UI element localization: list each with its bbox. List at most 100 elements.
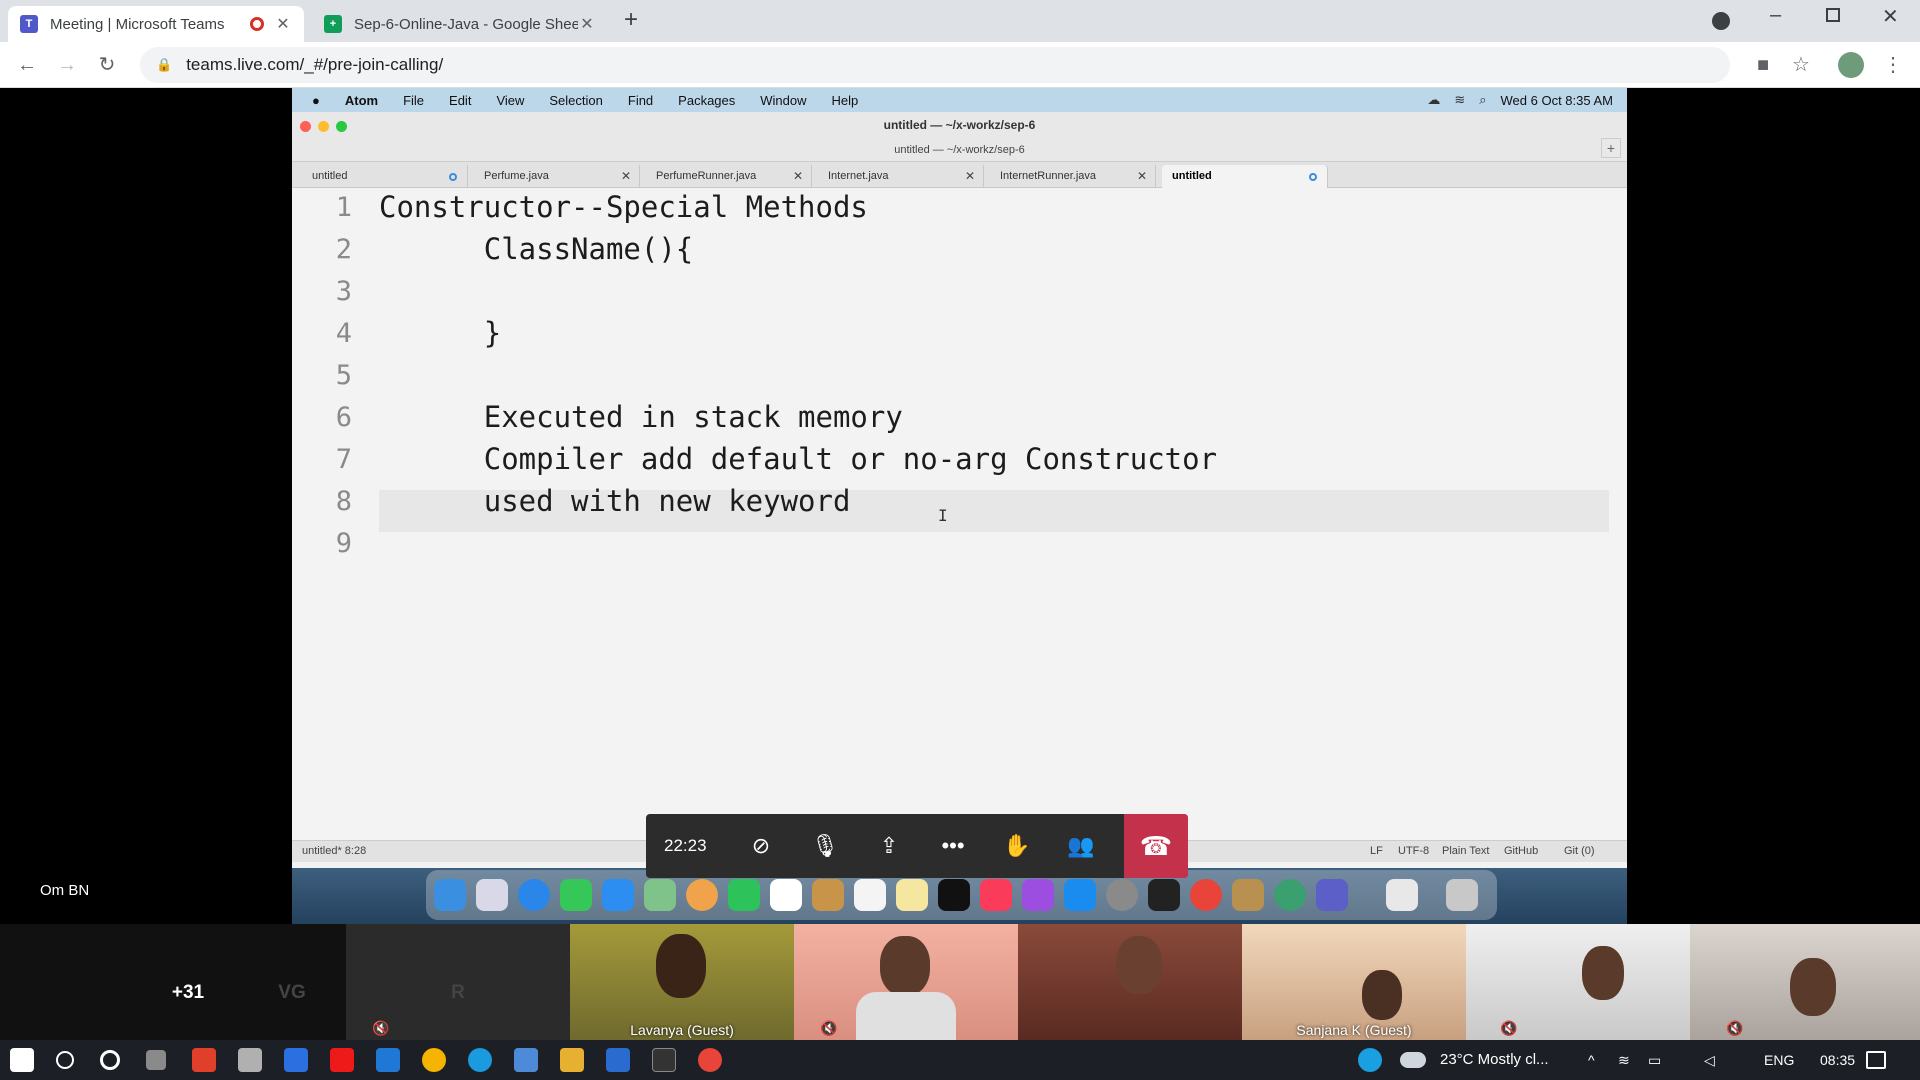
hang-up-button[interactable]: ☎ [1124,814,1188,878]
notifications-icon[interactable] [1866,1051,1886,1069]
apple-icon[interactable]: ● [312,93,320,108]
mail-icon[interactable] [602,879,634,911]
minimize-icon[interactable]: – [1770,4,1781,27]
more-options-icon[interactable]: ••• [938,832,968,860]
close-tab-icon[interactable]: ✕ [1137,165,1147,187]
downloads-folder-icon[interactable] [1386,879,1418,911]
weather-text[interactable]: 23°C Mostly cl... [1440,1040,1549,1080]
chrome-icon[interactable] [422,1048,446,1072]
app-icon[interactable] [560,1048,584,1072]
preview-icon[interactable] [1232,879,1264,911]
finder-icon[interactable] [434,879,466,911]
camera-off-icon[interactable]: ⊘ [746,832,776,860]
menu-item[interactable]: Edit [449,93,471,108]
address-bar[interactable]: 🔒 teams.live.com/_#/pre-join-calling/ [140,47,1730,83]
editor-tab[interactable]: untitled [302,165,468,188]
close-tab-icon[interactable]: ✕ [621,165,631,187]
help-icon[interactable] [1358,1048,1382,1072]
calendar-icon[interactable] [770,879,802,911]
launchpad-icon[interactable] [476,879,508,911]
editor-tab[interactable]: Internet.java ✕ [818,165,984,188]
participant-video-tile[interactable]: Lavanya (Guest) [570,924,794,1040]
close-tab-icon[interactable]: ✕ [274,14,292,34]
menu-kebab-icon[interactable]: ⋮ [1882,54,1904,76]
tab-google-sheets[interactable]: + Sep-6-Online-Java - Google Shee ✕ [312,6,608,42]
app-icon[interactable] [514,1048,538,1072]
participant-video-tile[interactable]: 🔇 [794,924,1018,1040]
safari-icon[interactable] [518,879,550,911]
edge-icon[interactable] [468,1048,492,1072]
menu-item[interactable]: View [496,93,524,108]
raise-hand-icon[interactable]: ✋ [1002,832,1032,860]
menu-item[interactable]: Selection [549,93,602,108]
file-explorer-icon[interactable] [284,1048,308,1072]
forward-icon[interactable]: → [56,54,78,76]
camera-icon[interactable]: ■ [1752,54,1774,76]
mic-off-icon[interactable]: 🎙 [810,832,840,860]
cloud-icon[interactable]: ☁ [1427,92,1440,108]
editor-tab[interactable]: PerfumeRunner.java ✕ [646,165,812,188]
notes-icon[interactable] [896,879,928,911]
tray-chevron-icon[interactable]: ^ [1588,1040,1595,1080]
profile-avatar[interactable] [1838,52,1864,78]
cortana-icon[interactable] [100,1050,120,1070]
menu-item[interactable]: Atom [345,93,378,108]
terminal-icon[interactable] [652,1048,676,1072]
back-icon[interactable]: ← [16,54,38,76]
menu-item[interactable]: Find [628,93,653,108]
chrome-active-icon[interactable] [698,1048,722,1072]
search-icon[interactable] [56,1051,74,1069]
editor-tab[interactable]: Perfume.java ✕ [474,165,640,188]
system-preferences-icon[interactable] [1106,879,1138,911]
apple-tv-icon[interactable] [938,879,970,911]
new-window-tab-icon[interactable]: + [1601,138,1621,158]
status-grammar[interactable]: Plain Text [1442,845,1490,857]
task-view-icon[interactable] [146,1050,166,1070]
music-icon[interactable] [980,879,1012,911]
office-icon[interactable] [192,1048,216,1072]
participant-tile[interactable]: R 🔇 [346,924,570,1040]
overflow-participants-badge[interactable]: +31 [161,966,215,1020]
reminders-icon[interactable] [854,879,886,911]
status-encoding[interactable]: UTF-8 [1398,845,1429,857]
close-tab-icon[interactable]: ✕ [578,14,596,34]
menu-item[interactable]: Window [760,93,806,108]
code-editor[interactable]: 1 Constructor--Special Methods 2 ClassNa… [292,188,1627,833]
search-icon[interactable]: ⌕ [1479,92,1486,108]
menu-item[interactable]: File [403,93,424,108]
maps-icon[interactable] [644,879,676,911]
participant-video-tile[interactable]: 🔇 [1690,924,1920,1040]
messages-icon[interactable] [560,879,592,911]
close-window-icon[interactable]: ✕ [1882,4,1899,29]
restore-icon[interactable] [1826,8,1840,22]
store-icon[interactable] [238,1048,262,1072]
status-github[interactable]: GitHub [1504,845,1538,857]
reload-icon[interactable]: ↻ [96,54,118,76]
clock[interactable]: 08:35 [1820,1040,1855,1080]
participant-video-tile[interactable]: 🔇 [1466,924,1690,1040]
contacts-icon[interactable] [812,879,844,911]
wifi-icon[interactable]: ≋ [1454,92,1465,108]
close-tab-icon[interactable]: ✕ [965,165,975,187]
language-indicator[interactable]: ENG [1764,1040,1794,1080]
participant-video-tile[interactable]: Sanjana K (Guest) [1242,924,1466,1040]
participants-icon[interactable]: 👥 [1066,832,1096,860]
menu-item[interactable]: Packages [678,93,735,108]
photos-icon[interactable] [686,879,718,911]
participant-avatar[interactable]: VG [265,966,319,1020]
share-screen-icon[interactable]: ⇪ [874,832,904,860]
mail-icon[interactable] [376,1048,400,1072]
editor-tab[interactable]: InternetRunner.java ✕ [990,165,1156,188]
terminal-icon[interactable] [1148,879,1180,911]
menu-item[interactable]: Help [832,93,859,108]
status-git[interactable]: Git (0) [1564,845,1595,857]
bookmark-star-icon[interactable]: ☆ [1790,54,1812,76]
youtube-icon[interactable] [330,1048,354,1072]
volume-icon[interactable]: ◁ [1704,1040,1715,1080]
word-icon[interactable] [606,1048,630,1072]
tab-search-icon[interactable] [1712,12,1730,30]
editor-tab-active[interactable]: untitled [1162,165,1328,188]
tab-teams-meeting[interactable]: T Meeting | Microsoft Teams ✕ [8,6,304,42]
status-line-ending[interactable]: LF [1370,845,1383,857]
participant-video-tile[interactable] [1018,924,1242,1040]
